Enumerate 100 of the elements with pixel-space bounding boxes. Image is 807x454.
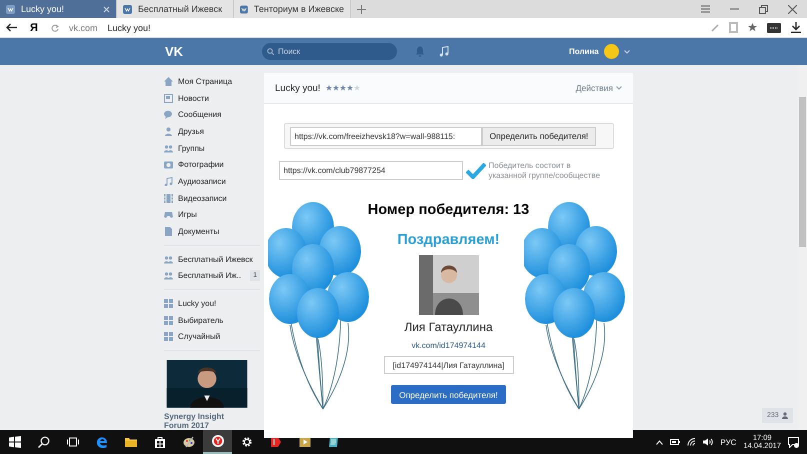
people-icon: [164, 254, 173, 264]
sidebar-item[interactable]: Новости: [164, 90, 260, 106]
sidebar-item[interactable]: Группы: [164, 140, 260, 156]
avatar[interactable]: [604, 44, 619, 59]
person-icon: [782, 412, 788, 419]
grid-icon: [164, 332, 173, 342]
wifi-icon[interactable]: [687, 438, 696, 446]
back-arrow-icon[interactable]: [6, 23, 17, 32]
sidebar-label: Бесплатный Иж..: [178, 271, 242, 280]
sidebar-label: Фотографии: [178, 160, 224, 170]
ad-title[interactable]: Synergy Insight Forum 2017: [164, 412, 250, 430]
sidebar-label: Бесплатный Ижевск: [178, 254, 253, 264]
extension-icon[interactable]: [767, 22, 781, 32]
people-icon: [164, 144, 173, 153]
sidebar-label: Случайный: [178, 332, 220, 342]
sidebar-label: Видеозаписи: [178, 194, 227, 203]
sidebar-label: Выбиратель: [178, 316, 224, 325]
palette-icon[interactable]: [182, 436, 194, 448]
profile-link[interactable]: vk.com/id174974144: [412, 341, 486, 350]
sidebar-label: Группы: [178, 144, 205, 153]
address-domain[interactable]: vk.com: [69, 22, 98, 32]
sidebar-item[interactable]: Моя Страница: [164, 73, 260, 90]
pick-winner-button[interactable]: Определить победителя!: [482, 126, 596, 146]
gamepad-icon: [164, 210, 173, 220]
folder-icon[interactable]: [124, 436, 136, 448]
sidebar-label: Новости: [178, 94, 209, 103]
post-url-field[interactable]: https://vk.com/freeizhevsk18?w=wall-988115:: [290, 126, 482, 146]
sidebar-item[interactable]: Документы: [164, 223, 260, 240]
download-icon[interactable]: [791, 22, 801, 33]
film-icon: [164, 194, 173, 203]
people-icon: [164, 271, 173, 280]
vk-favicon-icon: [123, 4, 132, 14]
sidebar-item[interactable]: Видеозаписи: [164, 190, 260, 206]
browser-logo[interactable]: Я: [27, 22, 41, 34]
vk-favicon-icon: [6, 4, 15, 14]
shopping-bag-icon[interactable]: [154, 436, 166, 448]
winner-code-field[interactable]: [id174974144|Лия Гатауллина]: [384, 356, 514, 374]
caret-icon[interactable]: [616, 86, 622, 90]
notification-icon[interactable]: [788, 436, 799, 448]
sidebar-label: Игры: [178, 210, 197, 220]
winner-number: Номер победителя: 13: [368, 202, 530, 218]
actions-menu[interactable]: Действия: [576, 83, 613, 93]
task-view-icon[interactable]: [66, 436, 78, 448]
sidebar-item[interactable]: Выбиратель: [164, 312, 260, 329]
speaker-icon[interactable]: [703, 438, 714, 446]
document-icon: [164, 227, 173, 236]
close-icon[interactable]: [788, 4, 797, 14]
sidebar-item[interactable]: Фотографии: [164, 156, 260, 174]
checkbox-label: Победитель состоит в указанной группе/сообществе: [488, 161, 602, 180]
search-icon: [267, 48, 274, 55]
scroll-thumb[interactable]: [799, 97, 806, 247]
settings-icon[interactable]: [240, 436, 252, 448]
browser-tab[interactable]: Lucky you!: [0, 0, 117, 18]
newspaper-icon: [164, 94, 173, 103]
chevron-up-icon[interactable]: [656, 440, 664, 444]
search-icon[interactable]: [38, 436, 50, 448]
new-tab-icon[interactable]: [357, 4, 366, 14]
minimize-icon[interactable]: [730, 8, 739, 10]
caret-icon[interactable]: [624, 50, 630, 54]
person-icon: [164, 126, 173, 136]
windows-logo-icon[interactable]: [8, 436, 20, 448]
music-note-icon[interactable]: [439, 46, 449, 57]
play-icon[interactable]: [298, 436, 310, 448]
music-note-icon: [164, 176, 173, 186]
sidebar-item[interactable]: Lucky you!: [164, 295, 260, 312]
browser-tab[interactable]: Тенториум в Ижевске: [234, 0, 351, 18]
group-url-field[interactable]: https://vk.com/club79877254: [278, 161, 462, 180]
reload-icon[interactable]: [51, 24, 59, 32]
pick-winner-button[interactable]: Определить победителя!: [391, 385, 506, 404]
star-icon[interactable]: [748, 23, 757, 32]
camera-icon: [164, 160, 173, 170]
sidebar-label: Lucky you!: [178, 299, 216, 308]
sidebar-label: Моя Страница: [178, 76, 232, 86]
user-name[interactable]: Полина: [569, 47, 599, 56]
search-field[interactable]: Поиск: [262, 43, 397, 60]
vk-logo[interactable]: VK: [165, 44, 262, 59]
grid-icon: [164, 316, 173, 325]
sidebar-item[interactable]: Бесплатный Ижевск: [164, 250, 260, 268]
sidebar-label: Аудиозаписи: [178, 176, 226, 186]
notepad-icon[interactable]: [328, 436, 340, 448]
browser-tab[interactable]: Бесплатный Ижевск: [117, 0, 234, 18]
battery-icon[interactable]: [670, 439, 680, 445]
sidebar-item[interactable]: Аудиозаписи: [164, 173, 260, 190]
browser-logo-icon[interactable]: [212, 435, 224, 447]
menu-icon[interactable]: [701, 5, 710, 13]
sidebar-item[interactable]: Друзья: [164, 123, 260, 140]
sidebar-item[interactable]: Случайный: [164, 328, 260, 346]
sidebar-item[interactable]: Игры: [164, 206, 260, 224]
house-icon: [164, 76, 173, 86]
checkmark-icon[interactable]: [466, 162, 486, 178]
restore-icon[interactable]: [759, 4, 768, 14]
keyboard-language[interactable]: РУС: [720, 438, 736, 446]
tag-icon[interactable]: [270, 436, 282, 448]
sidebar-item[interactable]: Сообщения: [164, 106, 260, 124]
app-title: Lucky you!: [275, 82, 320, 94]
sidebar-label: Сообщения: [178, 110, 222, 120]
page-title[interactable]: Lucky you!: [108, 22, 151, 32]
sidebar-label: Друзья: [178, 126, 204, 136]
swirl-icon[interactable]: [96, 436, 108, 448]
congrats-heading: Поздравляем!: [397, 232, 500, 248]
